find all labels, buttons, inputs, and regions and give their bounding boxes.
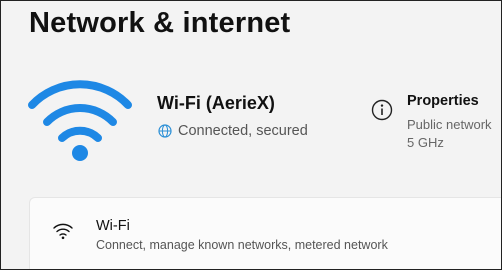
card-title: Wi-Fi <box>96 218 130 234</box>
wifi-settings-card[interactable]: Wi-Fi Connect, manage known networks, me… <box>29 197 501 269</box>
properties-button[interactable]: Properties Public network 5 GHz <box>369 91 501 161</box>
info-icon <box>371 99 393 121</box>
network-type: Public network <box>407 117 492 132</box>
wifi-icon <box>28 80 132 161</box>
card-subtitle: Connect, manage known networks, metered … <box>96 238 388 252</box>
network-status-hero: Wi-Fi (AerieX) Connected, secured Proper… <box>1 61 501 171</box>
properties-title: Properties <box>407 93 479 109</box>
settings-window: Network & internet Wi-Fi (AerieX) Connec… <box>0 0 502 270</box>
network-band: 5 GHz <box>407 135 444 150</box>
page-title: Network & internet <box>29 7 291 39</box>
status-text: Connected, secured <box>178 123 308 139</box>
connection-status: Connected, secured <box>158 123 308 139</box>
wifi-icon <box>53 223 73 240</box>
globe-icon <box>158 124 172 138</box>
network-name: Wi-Fi (AerieX) <box>157 93 275 113</box>
